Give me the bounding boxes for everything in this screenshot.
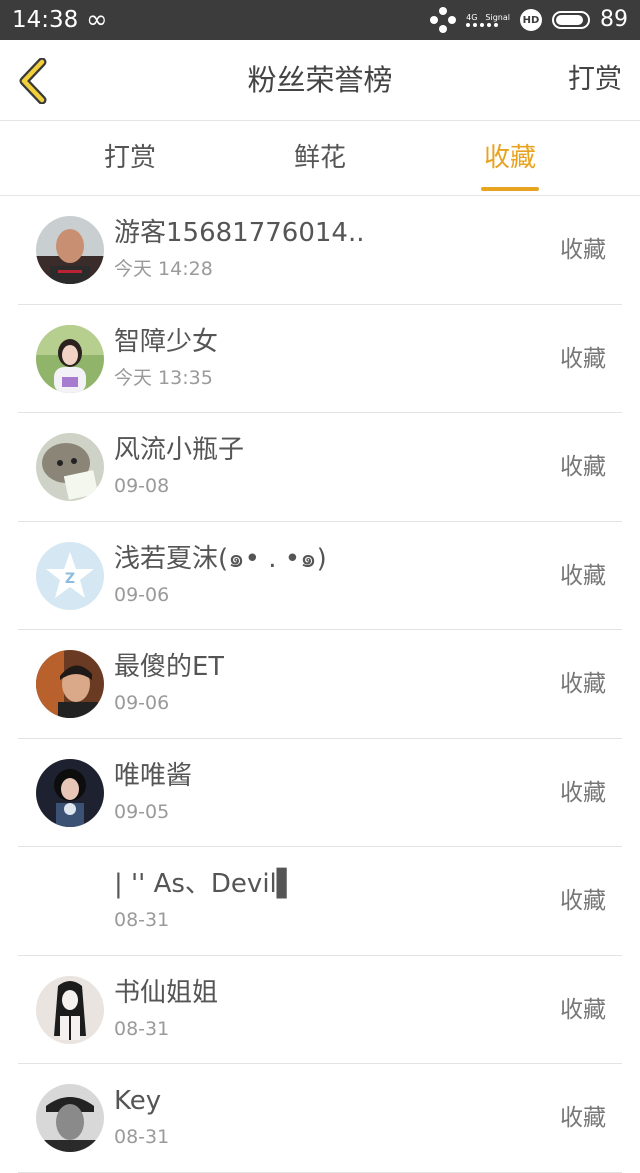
signal-label: Signal [485, 13, 510, 22]
tab-bar: 打赏 鲜花 收藏 [0, 121, 640, 196]
status-time: 14:38 [12, 7, 79, 33]
fan-date: 08-31 [114, 909, 170, 931]
list-item[interactable]: Key 08-31 收藏 [18, 1064, 622, 1173]
action-tag: 收藏 [560, 779, 606, 806]
battery-icon [552, 11, 590, 29]
fan-name: 风流小瓶子 [114, 435, 245, 465]
action-tag: 收藏 [560, 996, 606, 1023]
tip-button[interactable]: 打赏 [568, 40, 622, 120]
list-item[interactable]: | '' As、Devil▌ 08-31 收藏 [18, 847, 622, 956]
action-tag: 收藏 [560, 562, 606, 589]
fan-name: 浅若夏沫(๑• . •๑) [114, 543, 327, 574]
avatar[interactable] [36, 975, 104, 1044]
fan-date: 09-06 [114, 583, 170, 606]
fan-name: 游客15681776014.. [114, 218, 365, 248]
action-tag: 收藏 [560, 454, 606, 480]
fan-name: Key [114, 1086, 162, 1116]
tab-label: 鲜花 [293, 143, 346, 173]
tab-favorites[interactable]: 收藏 [440, 121, 580, 195]
fan-date: 08-31 [114, 1017, 170, 1040]
action-tag: 收藏 [560, 888, 606, 914]
fan-name: 智障少女 [114, 326, 219, 357]
nav-header: 粉丝荣誉榜 打赏 [0, 40, 640, 121]
fan-date: 09-05 [114, 800, 170, 823]
fan-date: 09-06 [114, 692, 170, 714]
list-item[interactable]: 游客15681776014.. 今天 14:28 收藏 [18, 196, 622, 305]
action-tag: 收藏 [560, 1105, 606, 1131]
avatar[interactable]: Z [36, 541, 104, 610]
infinity-icon: ∞ [86, 5, 108, 35]
fan-name: 最傻的ET [114, 652, 225, 682]
tab-flowers[interactable]: 鲜花 [250, 121, 390, 195]
fan-name: 书仙姐姐 [114, 977, 219, 1008]
qq-star-icon: Z [36, 541, 104, 610]
action-tag: 收藏 [560, 345, 606, 372]
page-title: 粉丝荣誉榜 [247, 63, 393, 97]
list-item[interactable]: 风流小瓶子 09-08 收藏 [18, 413, 622, 522]
svg-text:Z: Z [65, 571, 75, 587]
battery-percent: 89 [600, 7, 628, 32]
tab-tip[interactable]: 打赏 [60, 121, 200, 195]
avatar[interactable] [36, 433, 104, 501]
action-tag: 收藏 [560, 237, 606, 263]
tab-active-indicator [481, 187, 539, 191]
avatar[interactable] [36, 1084, 104, 1152]
list-item[interactable]: 唯唯酱 09-05 收藏 [18, 739, 622, 847]
status-bar: 14:38 ∞ 4G Signal HD 89 [0, 0, 640, 40]
fan-date: 今天 14:28 [114, 258, 213, 280]
fan-date: 08-31 [114, 1126, 170, 1148]
fan-date: 09-08 [114, 475, 170, 497]
network-type: 4G [466, 13, 478, 22]
fan-date: 今天 13:35 [114, 366, 213, 389]
list-item[interactable]: 智障少女 今天 13:35 收藏 [18, 305, 622, 413]
signal-icon: 4G Signal [466, 13, 510, 27]
avatar[interactable] [36, 758, 104, 827]
app-notification-icon [430, 7, 457, 33]
fan-name: 唯唯酱 [114, 760, 193, 791]
avatar[interactable] [36, 650, 104, 718]
avatar[interactable] [36, 324, 104, 393]
list-item[interactable]: Z 浅若夏沫(๑• . •๑) 09-06 收藏 [18, 522, 622, 630]
fan-name: | '' As、Devil▌ [114, 869, 297, 899]
list-item[interactable]: 书仙姐姐 08-31 收藏 [18, 956, 622, 1064]
action-tag: 收藏 [560, 671, 606, 697]
fan-list: 游客15681776014.. 今天 14:28 收藏 智障少女 今天 13:3… [0, 196, 640, 1173]
list-item[interactable]: 最傻的ET 09-06 收藏 [18, 630, 622, 739]
tab-label: 打赏 [103, 143, 156, 173]
hd-icon: HD [520, 9, 542, 31]
tab-label: 收藏 [483, 143, 536, 173]
avatar[interactable] [36, 216, 104, 284]
